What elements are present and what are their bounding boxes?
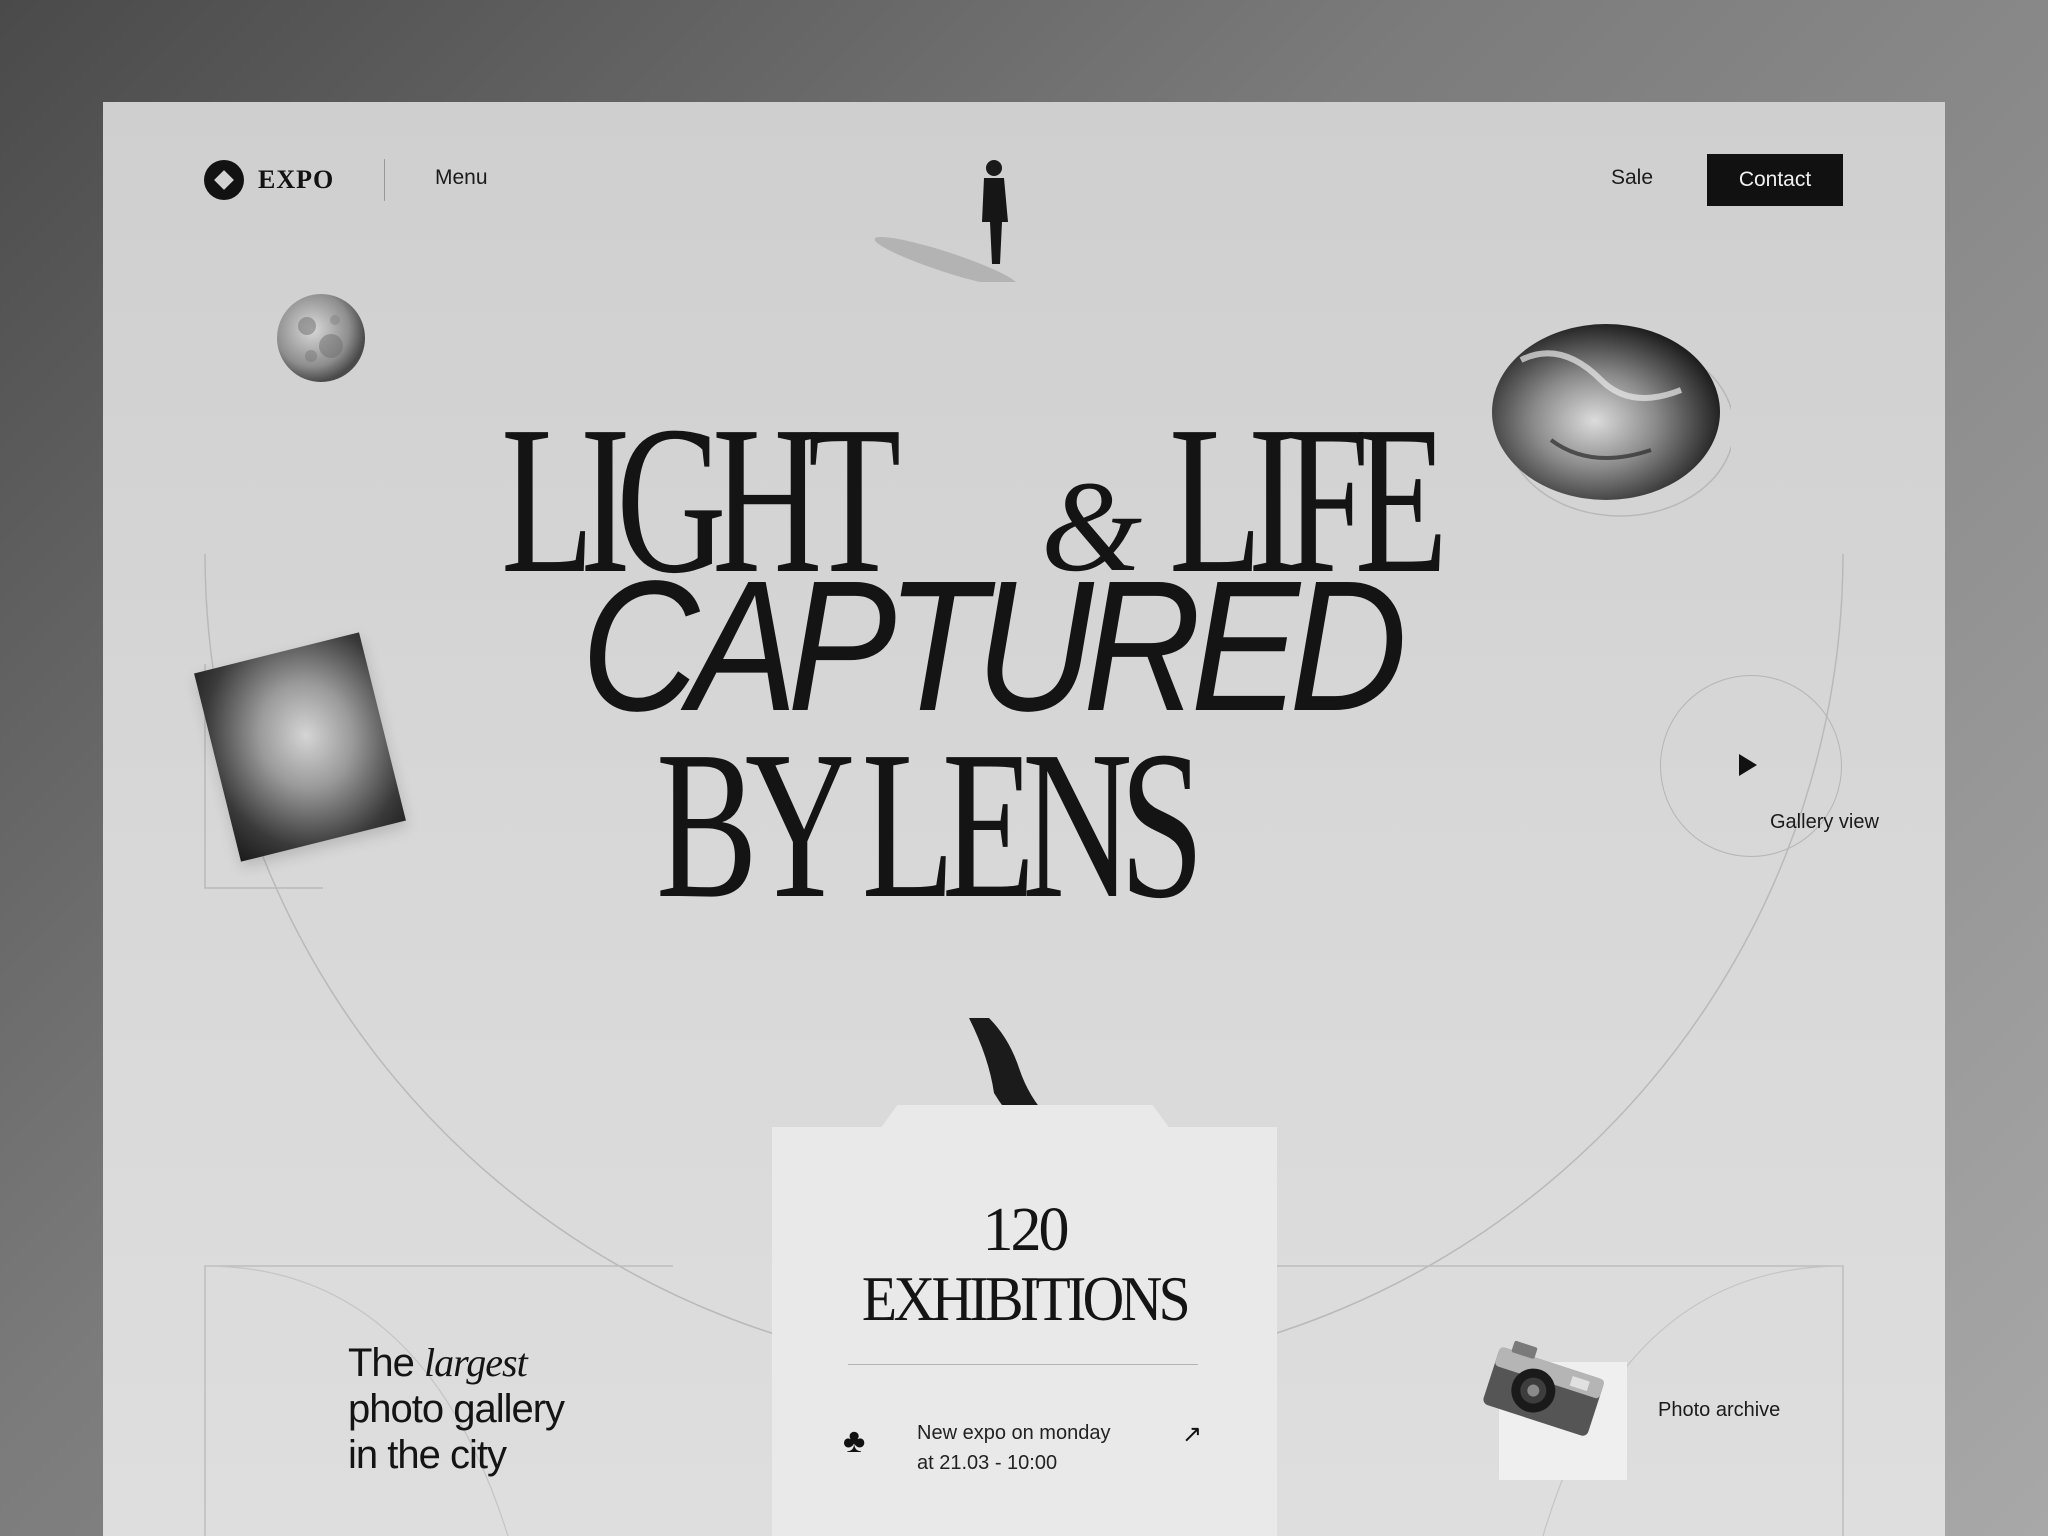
- headline-by-lens: BY LENS: [656, 707, 1204, 942]
- tagline-line2: photo gallery: [348, 1387, 565, 1431]
- exhibitions-count: 120: [982, 1196, 1070, 1264]
- photo-archive-link[interactable]: Photo archive: [1658, 1400, 1798, 1420]
- tagline-line3: in the city: [348, 1433, 507, 1477]
- play-icon[interactable]: [1739, 754, 1757, 776]
- page: EXPO Menu Sale Contact LIGHT & LIFE CAPT…: [103, 102, 1945, 1536]
- gallery-view-label[interactable]: Gallery view: [1770, 812, 1890, 832]
- tagline-prefix: The: [348, 1341, 425, 1385]
- new-expo-date: at 21.03 - 10:00: [917, 1452, 1058, 1474]
- tagline: The largest photo gallery in the city: [348, 1340, 565, 1478]
- exhibitions-label: EXHIBITIONS: [861, 1263, 1191, 1334]
- new-expo-text: New expo on monday: [917, 1422, 1111, 1444]
- camera-image-frame[interactable]: [1499, 1362, 1627, 1480]
- tagline-emphasis: largest: [424, 1340, 528, 1385]
- card-divider: [848, 1364, 1198, 1365]
- card-tab: [880, 1105, 1170, 1129]
- club-icon: ♣: [843, 1422, 866, 1460]
- arrow-up-right-icon[interactable]: ↗: [1182, 1420, 1202, 1449]
